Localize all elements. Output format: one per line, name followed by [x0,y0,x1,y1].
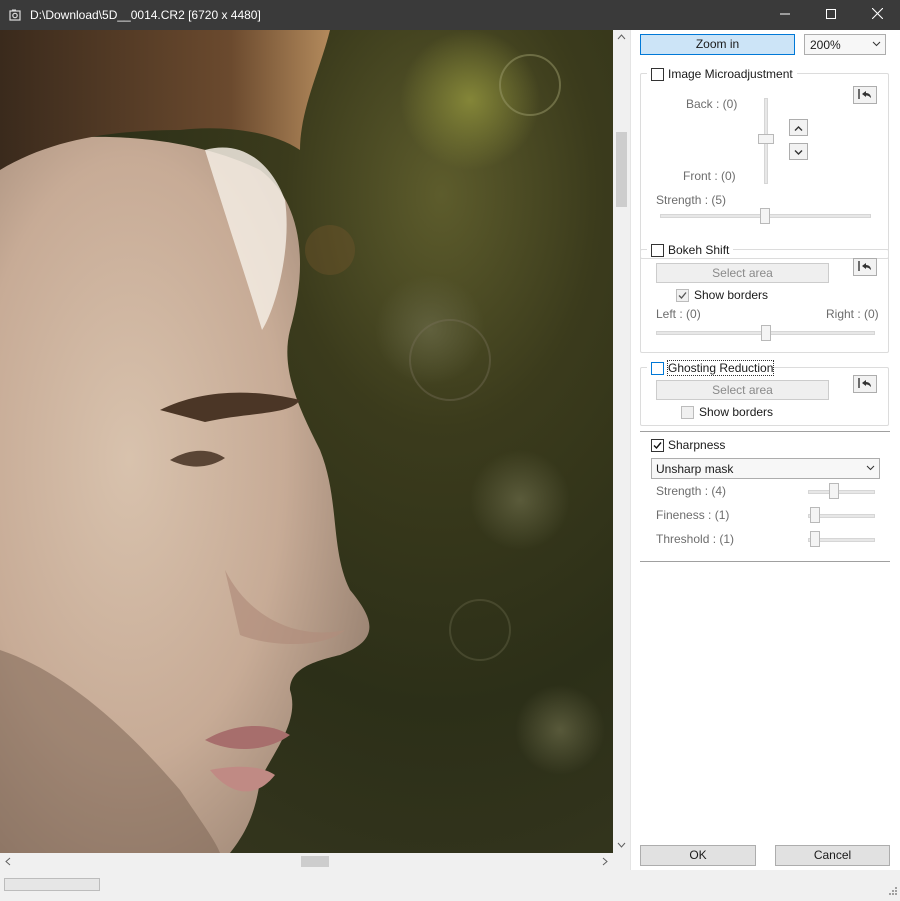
bokeh-show-borders-checkbox[interactable] [676,289,689,302]
scroll-down-icon[interactable] [613,838,630,852]
title-bar: D:\Download\5D__0014.CR2 [6720 x 4480] [0,0,900,30]
reset-icon [857,88,873,103]
cancel-button[interactable]: Cancel [775,845,890,866]
reset-icon [857,260,873,275]
status-bar [0,870,900,900]
ghosting-select-area-button[interactable]: Select area [656,380,829,400]
ghosting-show-borders-checkbox[interactable] [681,406,694,419]
bokeh-shift-label: Bokeh Shift [668,243,730,257]
bokeh-select-area-button[interactable]: Select area [656,263,829,283]
front-label: Front : (0) [683,169,736,183]
ghosting-reduction-checkbox[interactable] [651,362,664,375]
minimize-icon [780,8,790,22]
sharpness-method-select[interactable]: Unsharp mask [651,458,880,479]
bokeh-shift-reset-button[interactable] [853,258,877,276]
microadjustment-strength-label: Strength : (5) [656,193,727,207]
reset-icon [857,377,873,392]
bokeh-shift-checkbox[interactable] [651,244,664,257]
vertical-scroll-thumb[interactable] [616,132,627,207]
microadjustment-reset-button[interactable] [853,86,877,104]
sharpness-checkbox[interactable] [651,439,664,452]
ghosting-show-borders-label: Show borders [699,405,774,419]
sharpness-strength-track[interactable] [808,490,875,494]
chevron-down-icon [866,462,875,477]
zoom-in-button[interactable]: Zoom in [640,34,795,55]
shift-up-button[interactable] [789,119,808,136]
close-button[interactable] [854,0,900,30]
maximize-icon [826,8,836,22]
microadjustment-label: Image Microadjustment [668,67,793,81]
sharpness-fineness-thumb[interactable] [810,507,820,523]
back-label: Back : (0) [686,97,738,111]
shift-down-button[interactable] [789,143,808,160]
sharpness-label: Sharpness [668,438,726,452]
bokeh-shift-thumb[interactable] [761,325,771,341]
sharpness-top-separator [640,431,890,432]
image-preview[interactable] [0,30,613,853]
scroll-up-icon[interactable] [613,30,630,44]
sharpness-strength-label: Strength : (4) [656,484,727,498]
back-front-slider-thumb[interactable] [758,134,774,144]
microadjustment-checkbox[interactable] [651,68,664,81]
vertical-scrollbar[interactable] [613,30,630,853]
zoom-level-value: 200% [810,38,841,52]
progress-bar [4,878,100,891]
minimize-button[interactable] [762,0,808,30]
bokeh-left-label: Left : (0) [656,307,701,321]
microadjustment-strength-thumb[interactable] [760,208,770,224]
settings-panel: Zoom in 200% Image Microadjustment Back … [630,30,900,870]
maximize-button[interactable] [808,0,854,30]
sharpness-method-value: Unsharp mask [656,462,734,476]
bokeh-show-borders-label: Show borders [694,288,769,302]
chevron-up-icon [794,121,803,135]
sharpness-bottom-separator [640,561,890,562]
zoom-level-select[interactable]: 200% [804,34,886,55]
app-icon [8,8,22,22]
sharpness-threshold-label: Threshold : (1) [656,532,735,546]
ghosting-reset-button[interactable] [853,375,877,393]
close-icon [871,7,883,22]
sharpness-threshold-thumb[interactable] [810,531,820,547]
horizontal-scroll-thumb[interactable] [301,856,329,867]
bokeh-right-label: Right : (0) [826,307,879,321]
resize-grip-icon[interactable] [884,884,898,898]
ghosting-reduction-label: Ghosting Reduction [666,360,775,376]
horizontal-scrollbar[interactable] [0,853,613,870]
chevron-down-icon [794,145,803,159]
chevron-down-icon [872,38,881,53]
window-title: D:\Download\5D__0014.CR2 [6720 x 4480] [30,8,261,22]
ok-button[interactable]: OK [640,845,756,866]
sharpness-strength-thumb[interactable] [829,483,839,499]
scroll-right-icon[interactable] [597,853,613,870]
sharpness-fineness-label: Fineness : (1) [656,508,730,522]
scroll-left-icon[interactable] [0,853,16,870]
portrait-photo [0,30,605,853]
